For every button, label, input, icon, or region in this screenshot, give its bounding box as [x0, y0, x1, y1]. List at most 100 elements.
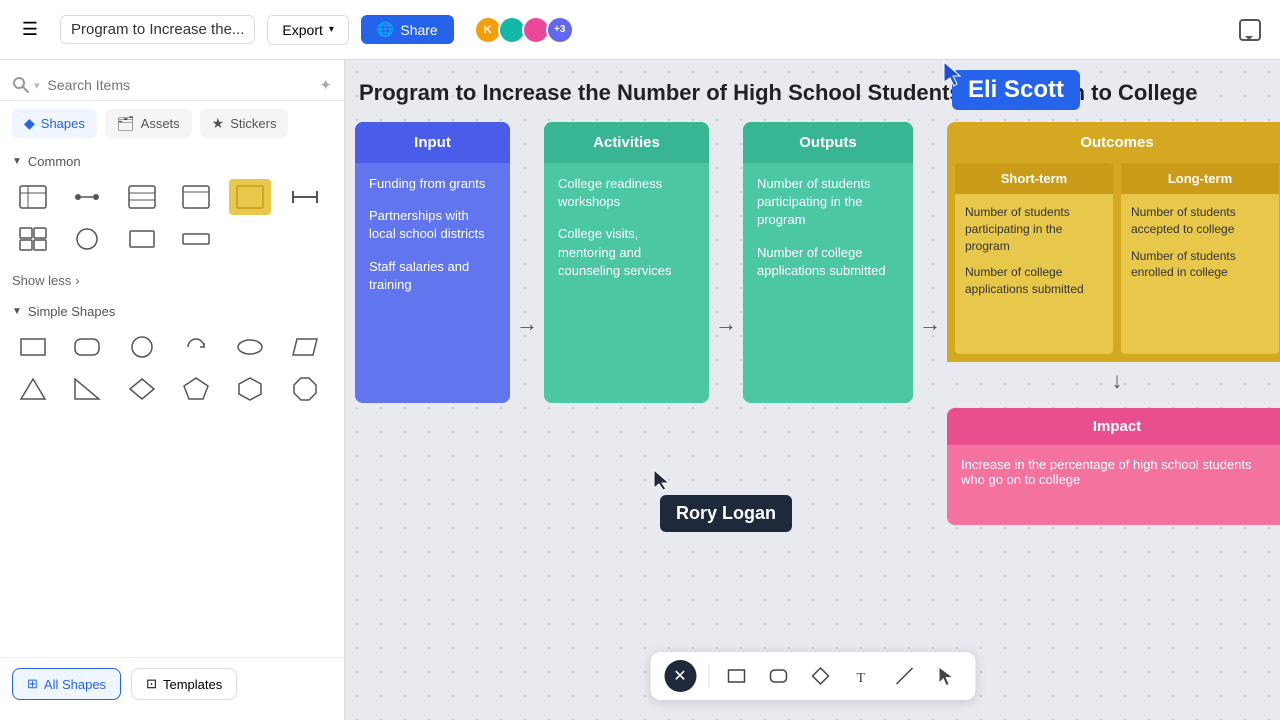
export-button[interactable]: Export ▾ — [267, 15, 349, 45]
outputs-body: Number of students participating in the … — [743, 163, 913, 403]
bottom-tabs: ⊞ All Shapes ⊡ Templates — [0, 657, 344, 710]
shape-grid[interactable] — [12, 221, 54, 257]
tab-shapes-label: Shapes — [41, 116, 85, 131]
long-term-header: Long-term — [1121, 163, 1279, 194]
common-label: Common — [28, 154, 81, 169]
short-term-item-2: Number of college applications submitted — [965, 264, 1103, 298]
comment-icon — [1239, 19, 1261, 41]
all-shapes-tab[interactable]: ⊞ All Shapes — [12, 668, 121, 700]
simple-diamond[interactable] — [121, 371, 163, 407]
tabs-row: ◆ Shapes 🗂 Assets ★ Stickers — [0, 101, 344, 146]
short-term-header: Short-term — [955, 163, 1113, 194]
tab-assets[interactable]: 🗂 Assets — [105, 109, 192, 138]
simple-shapes-grid — [12, 329, 332, 407]
avatar-group: K +3 — [466, 16, 574, 44]
shape-circle[interactable] — [66, 221, 108, 257]
simple-pentagon[interactable] — [175, 371, 217, 407]
simple-circle[interactable] — [121, 329, 163, 365]
diamond-tool[interactable] — [805, 661, 835, 691]
long-term-column: Long-term Number of students accepted to… — [1121, 163, 1279, 354]
short-term-body: Number of students participating in the … — [955, 194, 1113, 354]
simple-refresh[interactable] — [175, 329, 217, 365]
all-shapes-label: All Shapes — [44, 677, 106, 692]
shape-table[interactable] — [12, 179, 54, 215]
search-bar: ▾ ✦ — [0, 70, 344, 101]
simple-hexagon[interactable] — [229, 371, 271, 407]
impact-area: Impact Increase in the percentage of hig… — [947, 408, 1280, 525]
toggle-icon: ▼ — [12, 306, 22, 317]
shape-card[interactable] — [175, 179, 217, 215]
activities-item-2: College visits, mentoring and counseling… — [558, 225, 695, 280]
long-term-item-1: Number of students accepted to college — [1131, 204, 1269, 238]
text-tool[interactable]: T — [847, 661, 877, 691]
short-term-item-1: Number of students participating in the … — [965, 204, 1103, 254]
tab-assets-label: Assets — [141, 116, 180, 131]
arrow-activities-outputs: → — [709, 311, 743, 337]
chevron-right-icon: › — [75, 273, 79, 288]
pointer-tool[interactable] — [931, 661, 961, 691]
assets-icon: 🗂 — [117, 115, 135, 132]
close-button[interactable]: ✕ — [664, 660, 696, 692]
show-less-button[interactable]: Show less › — [12, 269, 332, 292]
chevron-down-icon: ▾ — [329, 24, 334, 35]
long-term-body: Number of students accepted to college N… — [1121, 194, 1279, 354]
simple-right-triangle[interactable] — [66, 371, 108, 407]
eli-cursor: Eli Scott — [952, 70, 1080, 110]
impact-text: Increase in the percentage of high schoo… — [961, 457, 1252, 487]
simple-octagon[interactable] — [284, 371, 326, 407]
share-button[interactable]: 🌐 Share — [361, 15, 454, 44]
activities-column: Activities College readiness workshops C… — [544, 122, 709, 403]
export-label: Export — [282, 22, 322, 38]
input-item-3: Staff salaries and training — [369, 258, 496, 294]
impact-box: Impact Increase in the percentage of hig… — [947, 408, 1280, 525]
search-input[interactable] — [48, 77, 312, 93]
arrow-outputs-outcomes: → — [913, 311, 947, 337]
impact-header: Impact — [947, 408, 1280, 445]
diagram: Program to Increase the Number of High S… — [355, 80, 1270, 525]
close-icon: ✕ — [673, 666, 686, 686]
shapes-icon: ◆ — [24, 115, 35, 132]
shape-divider[interactable] — [284, 179, 326, 215]
comment-button[interactable] — [1232, 12, 1268, 48]
common-section-header[interactable]: ▼ Common — [12, 154, 332, 169]
stickers-icon: ★ — [212, 115, 225, 132]
tab-shapes[interactable]: ◆ Shapes — [12, 109, 97, 138]
menu-button[interactable]: ☰ — [12, 12, 48, 48]
activities-item-1: College readiness workshops — [558, 175, 695, 211]
tab-stickers[interactable]: ★ Stickers — [200, 109, 289, 138]
avatar-count: +3 — [546, 16, 574, 44]
impact-body: Increase in the percentage of high schoo… — [947, 445, 1280, 525]
input-column: Input Funding from grants Partnerships w… — [355, 122, 510, 403]
input-header: Input — [355, 122, 510, 163]
activities-header: Activities — [544, 122, 709, 163]
templates-label: Templates — [163, 677, 222, 692]
input-item-2: Partnerships with local school districts — [369, 207, 496, 243]
bottom-toolbar: ✕ T — [650, 652, 975, 700]
divider — [708, 664, 709, 688]
simple-rounded[interactable] — [66, 329, 108, 365]
simple-shapes-header[interactable]: ▼ Simple Shapes — [12, 304, 332, 319]
rect-tool[interactable] — [721, 661, 751, 691]
templates-tab[interactable]: ⊡ Templates — [131, 668, 237, 700]
simple-triangle[interactable] — [12, 371, 54, 407]
input-item-1: Funding from grants — [369, 175, 496, 193]
simple-rect[interactable] — [12, 329, 54, 365]
document-title[interactable]: Program to Increase the... — [60, 15, 255, 44]
long-term-item-2: Number of students enrolled in college — [1131, 248, 1269, 282]
shape-rectangle[interactable] — [121, 221, 163, 257]
simple-ellipse[interactable] — [229, 329, 271, 365]
shape-wide-rect[interactable] — [175, 221, 217, 257]
rounded-rect-tool[interactable] — [763, 661, 793, 691]
outcomes-header: Outcomes — [947, 122, 1280, 163]
simple-parallelogram[interactable] — [284, 329, 326, 365]
outcomes-sub: Short-term Number of students participat… — [947, 163, 1280, 362]
shape-connector[interactable] — [66, 179, 108, 215]
line-tool[interactable] — [889, 661, 919, 691]
shape-list[interactable] — [121, 179, 163, 215]
canvas-area[interactable]: Program to Increase the Number of High S… — [345, 60, 1280, 720]
outcomes-area: Outcomes Short-term Number of students p… — [947, 122, 1280, 525]
rory-cursor — [652, 468, 672, 497]
templates-icon: ⊡ — [146, 676, 157, 692]
pin-icon[interactable]: ✦ — [319, 76, 332, 94]
shape-sticky[interactable] — [229, 179, 271, 215]
